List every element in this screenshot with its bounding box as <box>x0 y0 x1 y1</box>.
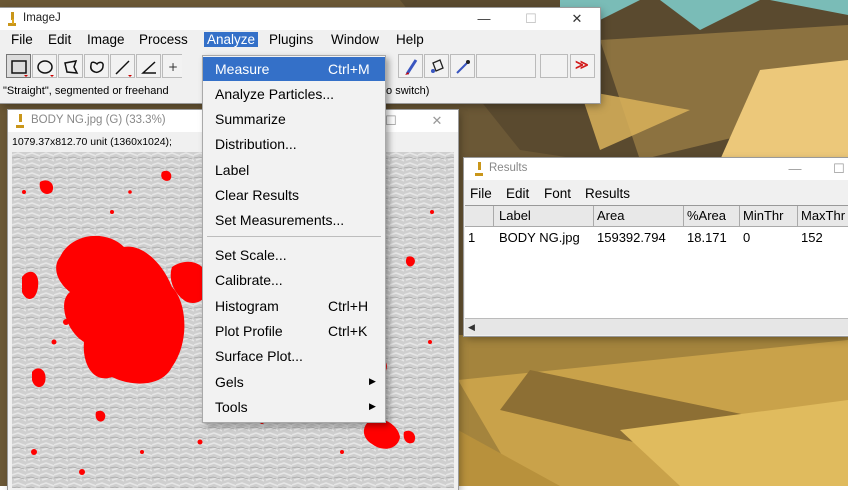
more-tools-button[interactable]: ≫ <box>570 54 595 78</box>
window-title: ImageJ <box>23 12 61 24</box>
image-window-title: BODY NG.jpg (G) (33.3%) <box>31 114 166 126</box>
empty-tool-slot <box>476 54 536 78</box>
oval-tool-button[interactable] <box>32 54 57 78</box>
microscope-icon <box>16 114 24 128</box>
submenu-arrow-icon: ▶ <box>369 376 376 386</box>
minimize-button[interactable]: — <box>461 8 507 30</box>
close-button[interactable]: ✕ <box>414 110 460 132</box>
polygon-tool-icon <box>64 60 79 74</box>
menu-item-label[interactable]: Label <box>203 158 385 182</box>
rectangle-tool-icon <box>11 60 28 77</box>
maximize-button[interactable]: ☐ <box>816 158 848 180</box>
menu-separator <box>207 236 381 237</box>
menu-help[interactable]: Help <box>396 32 424 47</box>
submenu-arrow-icon: ▶ <box>369 401 376 411</box>
menu-item-plot-profile[interactable]: Plot Profile Ctrl+K <box>203 319 385 343</box>
column-header-maxthr[interactable]: MaxThr <box>801 208 845 223</box>
menu-item-tools[interactable]: Tools ▶ <box>203 395 385 419</box>
menu-item-calibrate[interactable]: Calibrate... <box>203 268 385 292</box>
angle-tool-icon <box>141 61 156 74</box>
cell-maxthr: 152 <box>801 230 823 245</box>
column-header-percent-area[interactable]: %Area <box>687 208 726 223</box>
image-info-text: 1079.37x812.70 unit (1360x1024); <box>12 136 172 148</box>
menu-item-set-scale[interactable]: Set Scale... <box>203 243 385 267</box>
color-picker-tool-icon <box>456 60 470 74</box>
line-tool-icon <box>115 60 132 77</box>
point-tool-icon: + <box>168 60 178 74</box>
results-menubar: File Edit Font Results <box>464 184 848 204</box>
brush-tool-button[interactable] <box>398 54 423 78</box>
results-titlebar: Results — ☐ <box>464 158 848 180</box>
results-table-header: Label Area %Area MinThr MaxThr <box>465 206 848 227</box>
oval-tool-icon <box>37 60 54 77</box>
close-button[interactable]: ✕ <box>554 8 600 30</box>
results-menu-results[interactable]: Results <box>585 186 630 201</box>
results-menu-font[interactable]: Font <box>544 186 571 201</box>
status-text-tail: to switch) <box>383 85 430 97</box>
color-picker-tool-button[interactable] <box>450 54 475 78</box>
freehand-tool-button[interactable] <box>84 54 109 78</box>
microscope-icon <box>475 162 483 176</box>
svg-text:+: + <box>168 60 178 74</box>
status-bar: "Straight", segmented or freehand to swi… <box>3 85 429 97</box>
line-tool-button[interactable] <box>110 54 135 78</box>
menu-image[interactable]: Image <box>87 32 125 47</box>
shortcut: Ctrl+M <box>328 61 370 77</box>
rectangle-tool-button[interactable] <box>6 54 31 78</box>
angle-tool-button[interactable] <box>136 54 161 78</box>
results-title: Results <box>489 162 528 174</box>
column-header-minthr[interactable]: MinThr <box>743 208 783 223</box>
shortcut: Ctrl+K <box>328 323 368 339</box>
cell-percent-area: 18.171 <box>687 230 727 245</box>
microscope-icon <box>8 12 16 26</box>
menu-item-analyze-particles[interactable]: Analyze Particles... <box>203 82 385 106</box>
double-chevron-icon: ≫ <box>575 57 589 72</box>
menu-window[interactable]: Window <box>331 32 379 47</box>
brush-tool-icon <box>405 59 418 75</box>
menu-file[interactable]: File <box>11 32 33 47</box>
column-header-area[interactable]: Area <box>597 208 624 223</box>
menu-item-surface-plot[interactable]: Surface Plot... <box>203 344 385 368</box>
shortcut: Ctrl+H <box>328 298 369 314</box>
results-table[interactable]: Label Area %Area MinThr MaxThr 1 BODY NG… <box>465 205 848 318</box>
menu-process[interactable]: Process <box>139 32 188 47</box>
minimize-button[interactable]: — <box>772 158 818 180</box>
menu-item-measure[interactable]: Measure Ctrl+M <box>203 57 385 81</box>
menu-plugins[interactable]: Plugins <box>269 32 313 47</box>
menu-item-gels[interactable]: Gels ▶ <box>203 370 385 394</box>
row-number: 1 <box>468 230 476 245</box>
table-row[interactable]: 1 BODY NG.jpg 159392.794 18.171 0 152 <box>465 228 848 248</box>
column-header-label[interactable]: Label <box>499 208 531 223</box>
empty-tool-slot <box>540 54 568 78</box>
menu-analyze[interactable]: Analyze <box>204 32 259 47</box>
menu-item-histogram[interactable]: Histogram Ctrl+H <box>203 294 385 318</box>
imagej-titlebar: ImageJ — ☐ ✕ <box>0 8 600 30</box>
menu-item-clear-results[interactable]: Clear Results <box>203 183 385 207</box>
results-menu-edit[interactable]: Edit <box>506 186 529 201</box>
results-menu-file[interactable]: File <box>470 186 492 201</box>
horizontal-scrollbar[interactable]: ◀ <box>465 318 848 335</box>
scroll-left-icon[interactable]: ◀ <box>468 322 475 333</box>
flood-fill-tool-icon <box>431 59 444 73</box>
flood-fill-tool-button[interactable] <box>424 54 449 78</box>
menu-item-summarize[interactable]: Summarize <box>203 107 385 131</box>
status-text: "Straight", segmented or freehand <box>3 85 169 97</box>
menu-edit[interactable]: Edit <box>48 32 71 47</box>
point-tool-button[interactable]: + <box>162 54 182 78</box>
menu-item-set-measurements[interactable]: Set Measurements... <box>203 208 385 232</box>
maximize-button[interactable]: ☐ <box>508 8 554 30</box>
cell-minthr: 0 <box>743 230 751 245</box>
cell-area: 159392.794 <box>597 230 666 245</box>
imagej-menubar: File Edit Image Process Analyze Plugins … <box>0 30 600 50</box>
results-window: Results — ☐ File Edit Font Results Label… <box>464 158 848 336</box>
polygon-tool-button[interactable] <box>58 54 83 78</box>
analyze-menu: Measure Ctrl+M Analyze Particles... Summ… <box>202 55 386 423</box>
menu-item-distribution[interactable]: Distribution... <box>203 132 385 156</box>
cell-label: BODY NG.jpg <box>499 230 580 245</box>
freehand-tool-icon <box>90 61 104 73</box>
